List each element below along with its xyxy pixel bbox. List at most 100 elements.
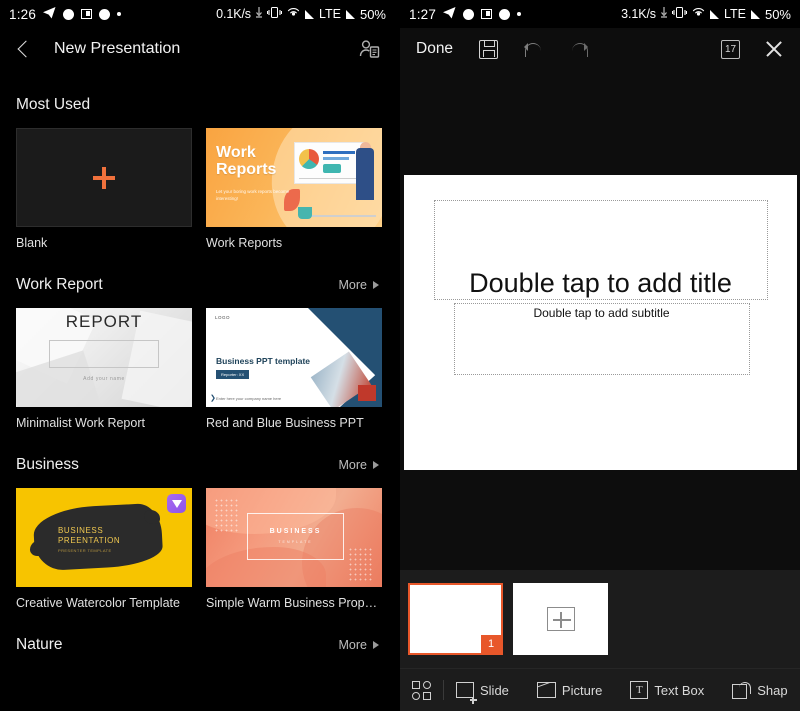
toolbar-label: Shap xyxy=(757,682,788,698)
section-title: Business xyxy=(16,456,79,473)
thumb-line2: TEMPLATE xyxy=(278,540,313,544)
bar-graphic xyxy=(323,151,355,154)
template-row-most-used: Blank Work Reports Let your boring work … xyxy=(16,128,382,250)
template-card-red-blue-business[interactable]: LOGO Business PPT template Reporter: XX … xyxy=(206,308,382,430)
calendar-day-label: 17 xyxy=(724,43,737,55)
vibrate-icon xyxy=(266,7,283,21)
template-label: Work Reports xyxy=(206,236,283,250)
signal-icon-1 xyxy=(304,10,314,19)
thumb-word: REPORT xyxy=(65,312,143,331)
template-thumbnail-warm-business[interactable]: BUSINESS TEMPLATE xyxy=(206,488,382,587)
plus-icon xyxy=(93,166,115,189)
template-browser: Most Used Blank Work Reports Let your bo… xyxy=(0,96,395,654)
save-floppy-icon[interactable] xyxy=(479,39,499,59)
toolbar-item-text-box[interactable]: T Text Box xyxy=(630,681,704,699)
vip-badge-icon xyxy=(167,494,186,513)
undo-icon[interactable] xyxy=(524,41,543,57)
template-thumbnail-red-blue[interactable]: LOGO Business PPT template Reporter: XX … xyxy=(206,308,382,407)
add-slide-icon xyxy=(456,682,477,704)
red-block-graphic xyxy=(358,385,376,401)
done-button[interactable]: Done xyxy=(416,40,453,58)
account-document-icon[interactable] xyxy=(357,37,381,61)
line-graphic xyxy=(299,178,361,179)
template-card-work-reports[interactable]: Work Reports Let your boring work report… xyxy=(206,128,382,250)
frame-graphic: BUSINESS TEMPLATE xyxy=(247,513,344,560)
bar-graphic-3 xyxy=(323,164,341,173)
vibrate-icon xyxy=(671,7,688,21)
telegram-icon xyxy=(443,6,456,22)
more-link-work-report[interactable]: More xyxy=(339,278,379,292)
right-panel-slide-editor: 1:27 3.1K/s LTE 50% Done 17 Double tap t… xyxy=(400,0,800,711)
subtitle-placeholder-box[interactable]: Double tap to add subtitle xyxy=(453,303,750,375)
toolbar-item-slide[interactable]: Slide xyxy=(456,682,509,704)
person-body-graphic xyxy=(356,148,374,200)
download-arrow-icon xyxy=(660,7,667,21)
thumb-logo: LOGO xyxy=(215,315,231,320)
toolbar-item-shape[interactable]: Shap xyxy=(732,681,788,699)
template-thumbnail-work-reports[interactable]: Work Reports Let your boring work report… xyxy=(206,128,382,227)
chevron-right-icon xyxy=(373,641,379,649)
more-link-business[interactable]: More xyxy=(339,458,379,472)
template-thumbnail-minimalist[interactable]: REPORT Add your name xyxy=(16,308,192,407)
template-card-simple-warm-business[interactable]: BUSINESS TEMPLATE Simple Warm Business P… xyxy=(206,488,382,610)
template-card-blank[interactable]: Blank xyxy=(16,128,192,250)
plant-graphic xyxy=(298,207,312,219)
more-link-nature[interactable]: More xyxy=(339,638,379,652)
slide-thumbnail-strip: 1 xyxy=(400,570,800,668)
dot-icon xyxy=(117,12,122,16)
toolbar-separator xyxy=(443,680,444,700)
thumb-footer: Enter here your company name here xyxy=(216,396,282,401)
text-box-icon: T xyxy=(630,681,649,699)
status-bar-right-group: 3.1K/s LTE 50% xyxy=(621,7,791,22)
circle-icon xyxy=(463,8,475,20)
more-label: More xyxy=(338,278,367,292)
redo-icon[interactable] xyxy=(569,41,589,57)
dot-pattern-graphic-1 xyxy=(214,498,240,532)
template-thumbnail-blank[interactable] xyxy=(16,128,192,227)
grid-view-icon[interactable] xyxy=(412,680,431,700)
circle-icon xyxy=(63,8,75,20)
thumb-title-line1: Work xyxy=(216,144,256,161)
calendar-icon[interactable]: 17 xyxy=(721,39,740,59)
thumb-subtitle: Let your boring work reports become inte… xyxy=(216,189,290,201)
status-time: 1:26 xyxy=(9,6,37,22)
chevron-right-icon xyxy=(373,461,379,469)
slide-canvas[interactable]: Double tap to add title Double tap to ad… xyxy=(403,175,797,470)
section-title: Work Report xyxy=(16,276,103,293)
close-icon[interactable] xyxy=(764,39,784,59)
network-type: LTE xyxy=(318,7,341,21)
thumb-line1: BUSINESS xyxy=(269,528,322,535)
template-thumbnail-watercolor[interactable]: BUSINESS PREENTATION PRESENTER TEMPLATE xyxy=(16,488,192,587)
desk-graphic xyxy=(310,215,376,217)
title-placeholder-text: Double tap to add title xyxy=(469,267,732,298)
circle-icon-2 xyxy=(499,8,511,20)
add-slide-thumbnail[interactable] xyxy=(513,583,608,655)
section-title: Nature xyxy=(16,636,63,653)
template-card-minimalist-work-report[interactable]: REPORT Add your name Minimalist Work Rep… xyxy=(16,308,192,430)
back-chevron-icon[interactable] xyxy=(14,40,32,58)
template-card-creative-watercolor[interactable]: BUSINESS PREENTATION PRESENTER TEMPLATE … xyxy=(16,488,192,610)
chevron-right-icon xyxy=(373,281,379,289)
title-placeholder-box[interactable]: Double tap to add title xyxy=(433,200,768,300)
signal-icon-2 xyxy=(750,10,760,19)
template-label: Blank xyxy=(16,236,48,250)
net-speed: 0.1K/s xyxy=(216,7,251,21)
status-bar-right-group: 0.1K/s LTE 50% xyxy=(216,7,386,22)
picture-icon xyxy=(536,682,556,698)
circle-icon-2 xyxy=(99,8,111,20)
thumb-pill: Reporter: XX xyxy=(216,370,250,379)
splatter-graphic-2 xyxy=(144,510,160,524)
toolbar-item-picture[interactable]: Picture xyxy=(536,682,602,698)
section-header-business: Business More xyxy=(16,456,379,474)
template-label: Simple Warm Business Proposal F... xyxy=(206,596,382,610)
template-label: Minimalist Work Report xyxy=(16,416,145,430)
download-arrow-icon xyxy=(255,7,262,21)
status-time: 1:27 xyxy=(409,6,437,22)
hotspot-icon xyxy=(287,7,300,21)
subtitle-placeholder-text: Double tap to add subtitle xyxy=(533,306,670,320)
toolbar-label: Text Box xyxy=(654,682,705,698)
section-header-nature: Nature More xyxy=(16,636,379,654)
slide-thumbnail-1[interactable]: 1 xyxy=(408,583,503,655)
editor-action-icons xyxy=(479,39,589,59)
thumb-title: Business PPT template xyxy=(216,356,311,366)
